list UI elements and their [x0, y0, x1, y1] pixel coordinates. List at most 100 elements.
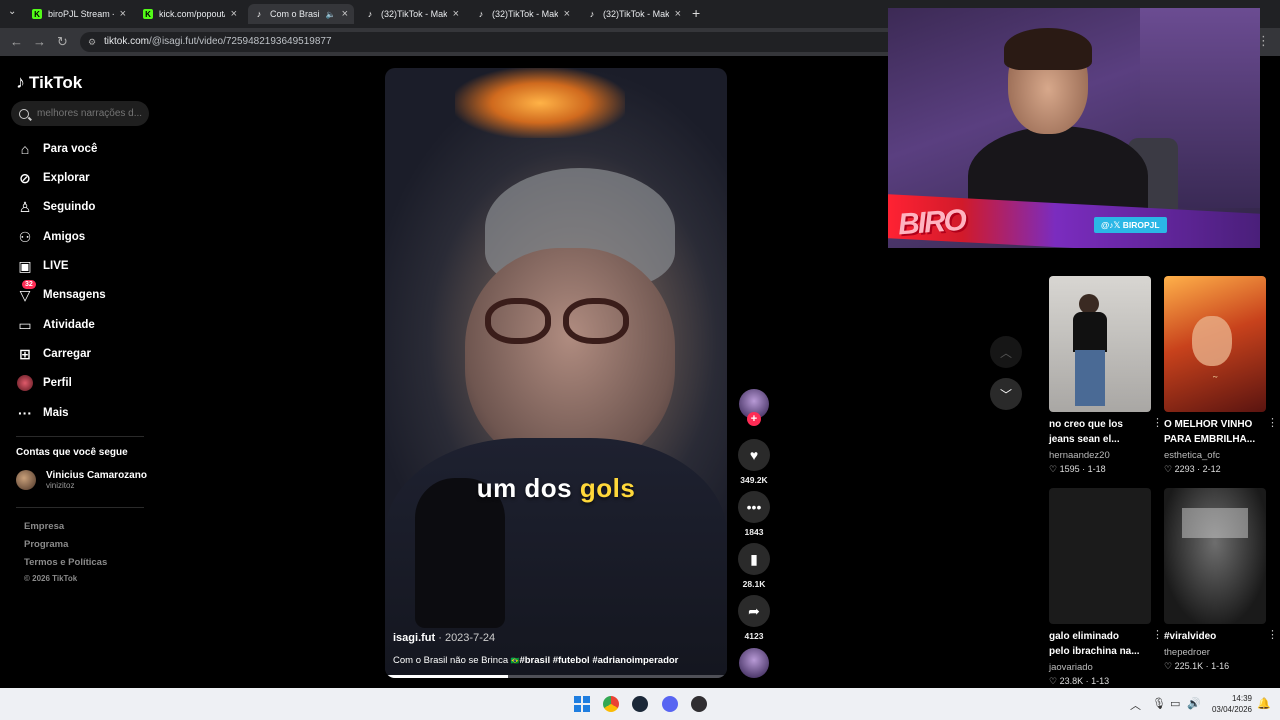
- card-author[interactable]: jaovariado: [1049, 662, 1151, 673]
- close-tab-icon[interactable]: ×: [564, 8, 570, 20]
- video-hashtags[interactable]: #brasil #futebol #adrianoimperador: [519, 655, 678, 666]
- save-count: 28.1K: [742, 579, 766, 589]
- new-tab-icon[interactable]: +: [692, 5, 700, 21]
- video-progress-bar[interactable]: [385, 675, 727, 678]
- video-background-lamp: [455, 68, 625, 138]
- footer-link-termos[interactable]: Termos e Políticas: [24, 557, 107, 568]
- friends-icon: ⚇: [18, 228, 32, 245]
- network-icon[interactable]: ▭: [1170, 697, 1180, 710]
- like-action[interactable]: ♥ 349.2K: [738, 439, 770, 485]
- discord-icon[interactable]: [662, 696, 678, 712]
- more-options-icon[interactable]: ⋮: [1267, 628, 1278, 641]
- share-icon[interactable]: ➦: [738, 595, 770, 627]
- recommended-video-card[interactable]: ⋮ #viralvideo thepedroer ♡ 225.1K · 1-16: [1164, 488, 1278, 672]
- obs-icon[interactable]: [691, 696, 707, 712]
- close-tab-icon[interactable]: ×: [342, 8, 348, 20]
- site-info-icon[interactable]: ⚙: [88, 32, 96, 52]
- tab-search-chevron-icon[interactable]: ⌄: [8, 6, 16, 17]
- more-options-icon[interactable]: ⋮: [1152, 416, 1163, 429]
- video-player[interactable]: um dos gols isagi.fut · 2023-7-24 Com o …: [385, 68, 727, 678]
- live-icon: ▣: [18, 257, 32, 274]
- messages-icon: ▽ 32: [16, 280, 36, 304]
- nav-para-voce[interactable]: ⌂ Para você: [16, 138, 98, 160]
- search-box[interactable]: [11, 101, 149, 126]
- browser-tab[interactable]: ♪ (32)TikTok - Make ×: [470, 4, 576, 24]
- card-author[interactable]: hernaandez20: [1049, 450, 1151, 461]
- footer-link-programa[interactable]: Programa: [24, 539, 68, 550]
- chevron-down-icon[interactable]: ﹀: [990, 378, 1022, 410]
- bookmark-icon[interactable]: ▮: [738, 543, 770, 575]
- recommended-video-card[interactable]: ⋮ no creo que los jeans sean el... herna…: [1049, 276, 1163, 475]
- tiktok-logo[interactable]: ♪ TikTok: [16, 72, 82, 93]
- video-subject-face: [465, 248, 675, 468]
- microphone-icon[interactable]: 🎙: [1152, 697, 1166, 710]
- card-author[interactable]: esthetica_ofc: [1164, 450, 1266, 461]
- tiktok-icon: ♪: [478, 9, 484, 19]
- windows-start-icon[interactable]: [574, 696, 590, 712]
- nav-seguindo[interactable]: ♙ Seguindo: [16, 196, 96, 218]
- steam-icon[interactable]: [632, 696, 648, 712]
- nav-label: LIVE: [43, 260, 69, 272]
- nav-live[interactable]: ▣ LIVE: [16, 255, 69, 277]
- card-likes: 23.8K: [1059, 676, 1084, 686]
- close-tab-icon[interactable]: ×: [231, 8, 237, 20]
- video-author[interactable]: isagi.fut: [393, 632, 435, 644]
- nav-mensagens[interactable]: ▽ 32 Mensagens: [16, 280, 106, 306]
- video-thumbnail[interactable]: [1164, 488, 1266, 624]
- browser-tab[interactable]: K kick.com/popout/ ×: [137, 4, 243, 24]
- back-icon[interactable]: ←: [10, 34, 23, 49]
- notification-badge: 32: [22, 280, 36, 289]
- share-action[interactable]: ➦ 4123: [738, 595, 770, 641]
- video-caption: um dos gols: [385, 473, 727, 504]
- activity-icon: ▭: [18, 316, 32, 333]
- browser-tab[interactable]: ♪ (32)TikTok - Make ×: [359, 4, 465, 24]
- comment-action[interactable]: ••• 1843: [738, 491, 770, 537]
- recommended-video-card[interactable]: ~ ⋮ O MELHOR VINHO PARA EMBRILHA... esth…: [1164, 276, 1278, 475]
- card-title: no creo que los jeans sean el...: [1049, 419, 1123, 445]
- video-thumbnail[interactable]: [1049, 276, 1151, 412]
- forward-icon[interactable]: →: [33, 34, 46, 49]
- close-tab-icon[interactable]: ×: [120, 8, 126, 20]
- nav-atividade[interactable]: ▭ Atividade: [16, 314, 94, 336]
- next-creator-avatar[interactable]: [739, 648, 769, 678]
- notification-bell-icon[interactable]: 🔔: [1257, 697, 1271, 710]
- close-tab-icon[interactable]: ×: [453, 8, 459, 20]
- nav-carregar[interactable]: ⊞ Carregar: [16, 343, 91, 365]
- footer-link-empresa[interactable]: Empresa: [24, 521, 64, 532]
- mute-tab-icon[interactable]: 🔈: [326, 10, 336, 19]
- video-thumbnail[interactable]: [1049, 488, 1151, 624]
- card-likes: 1595: [1059, 464, 1080, 474]
- browser-tab-active[interactable]: ♪ Com o Brasil n 🔈 ×: [248, 4, 354, 24]
- card-author[interactable]: thepedroer: [1164, 647, 1266, 658]
- close-tab-icon[interactable]: ×: [675, 8, 681, 20]
- more-options-icon[interactable]: ⋮: [1152, 628, 1163, 641]
- save-action[interactable]: ▮ 28.1K: [738, 543, 770, 589]
- chevron-up-icon[interactable]: ︿: [990, 336, 1022, 368]
- reload-icon[interactable]: ↻: [57, 34, 68, 50]
- followed-account[interactable]: Vinicius Camarozano vinizitoz: [16, 470, 147, 490]
- more-options-icon[interactable]: ⋮: [1267, 416, 1278, 429]
- system-clock[interactable]: 14:39 03/04/2026: [1208, 693, 1252, 715]
- nav-amigos[interactable]: ⚇ Amigos: [16, 226, 85, 248]
- creator-avatar[interactable]: +: [739, 389, 769, 426]
- share-count: 4123: [744, 631, 764, 641]
- chrome-icon[interactable]: [603, 696, 619, 712]
- browser-tab[interactable]: K biroPJL Stream - V ×: [26, 4, 132, 24]
- avatar: [16, 470, 36, 490]
- search-input[interactable]: [37, 108, 147, 119]
- browser-tab[interactable]: ♪ (32)TikTok - Make ×: [581, 4, 687, 24]
- tray-overflow-icon[interactable]: ︿: [1130, 697, 1141, 713]
- comment-icon[interactable]: •••: [738, 491, 770, 523]
- nav-label: Amigos: [43, 231, 86, 243]
- volume-icon[interactable]: 🔊: [1187, 697, 1201, 710]
- recommended-video-card[interactable]: ⋮ galo eliminado pelo ibrachina na... ja…: [1049, 488, 1163, 687]
- os-taskbar: ︿ 🎙 ▭ 🔊 14:39 03/04/2026 🔔: [0, 688, 1280, 720]
- heart-outline-icon: ♡: [1049, 464, 1058, 474]
- nav-label: Carregar: [43, 348, 91, 360]
- nav-perfil[interactable]: Perfil: [16, 372, 72, 394]
- nav-explorar[interactable]: ⊘ Explorar: [16, 167, 90, 189]
- nav-mais[interactable]: ··· Mais: [16, 402, 69, 424]
- heart-icon[interactable]: ♥: [738, 439, 770, 471]
- follow-plus-icon[interactable]: +: [747, 412, 761, 426]
- video-thumbnail[interactable]: ~: [1164, 276, 1266, 412]
